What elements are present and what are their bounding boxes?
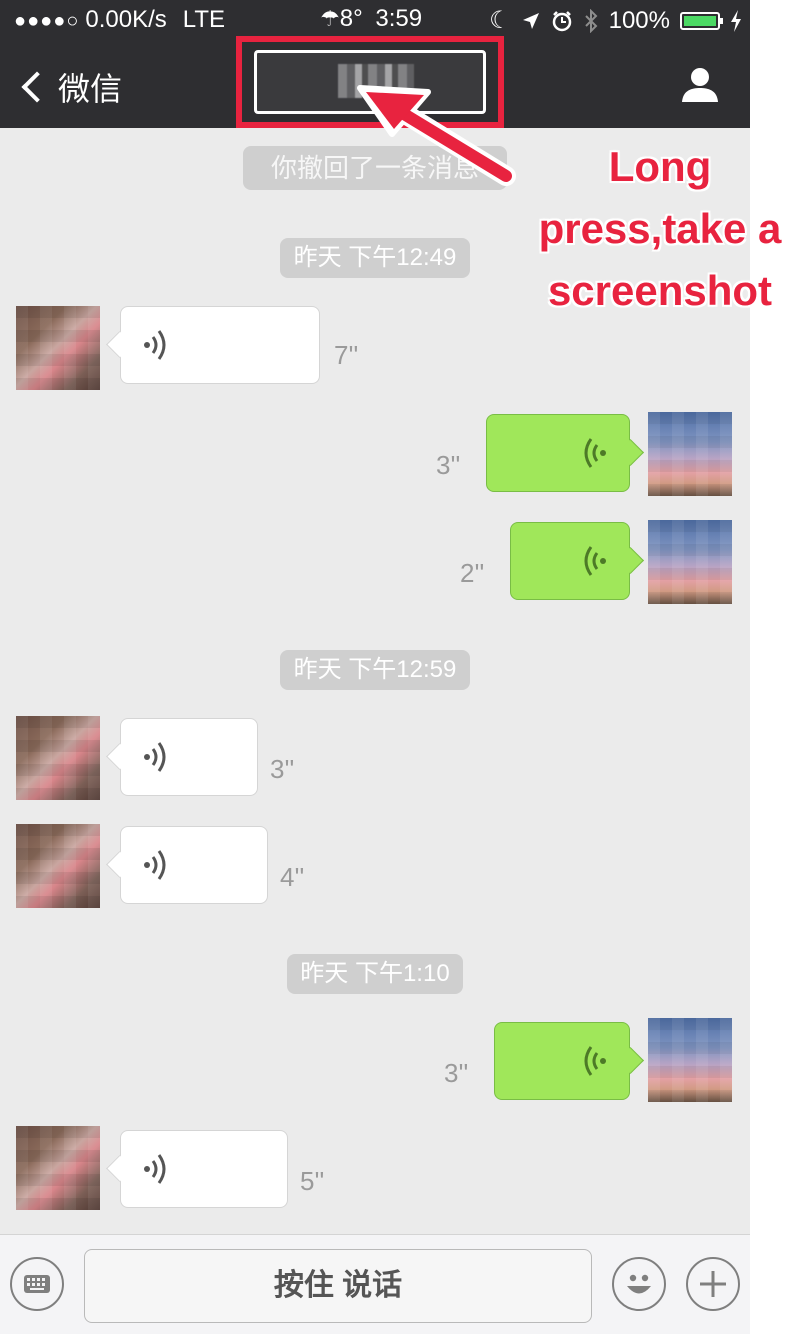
input-bar: 按住 说话 [0,1234,750,1334]
chevron-left-icon [21,71,53,103]
status-bar: ●●●●○ 0.00K/s LTE ☂8° 3:59 ☾ 100% [0,0,750,40]
bluetooth-icon [584,8,598,33]
outgoing-voice-message[interactable] [486,414,630,492]
back-button[interactable]: 微信 [18,64,122,110]
timestamp: 昨天 下午12:49 [280,238,470,278]
emoji-icon [627,1274,651,1294]
voice-wave-icon [144,330,166,360]
recalled-notice: 你撤回了一条消息 [243,146,507,190]
alarm-icon [552,10,571,31]
plus-icon [700,1271,726,1297]
incoming-voice-message[interactable] [120,826,268,904]
voice-duration: 3'' [436,450,461,480]
incoming-voice-message[interactable] [120,306,320,384]
weather-temp: 8° [339,5,363,32]
voice-wave-icon [144,850,166,880]
battery-icon [680,11,723,30]
voice-duration: 4'' [280,862,305,892]
location-arrow-icon [522,12,539,29]
contact-avatar[interactable] [16,824,100,908]
my-avatar[interactable] [648,1018,732,1102]
more-button[interactable] [686,1257,740,1311]
timestamp: 昨天 下午1:10 [287,954,463,994]
emoji-button[interactable] [612,1257,666,1311]
network-type: LTE [182,6,226,33]
back-label: 微信 [58,71,123,107]
voice-wave-icon [584,438,606,468]
timestamp: 昨天 下午12:59 [280,650,470,690]
blurred-contact-name [338,64,414,98]
contact-avatar[interactable] [16,716,100,800]
moon-icon: ☾ [489,7,511,34]
voice-wave-icon [584,1046,606,1076]
my-avatar[interactable] [648,412,732,496]
highlighted-contact-title[interactable] [236,36,504,128]
voice-duration: 7'' [334,340,359,370]
outgoing-voice-message[interactable] [494,1022,630,1100]
voice-wave-icon [144,742,166,772]
annotation-text: Long press,take a screenshot [538,143,782,314]
my-avatar[interactable] [648,520,732,604]
voice-duration: 3'' [270,754,295,784]
outgoing-voice-message[interactable] [510,522,630,600]
voice-duration: 2'' [460,558,485,588]
charging-bolt-icon [731,9,741,32]
keyboard-icon [24,1275,50,1293]
voice-duration: 3'' [444,1058,469,1088]
battery-percent: 100% [608,6,670,34]
contact-avatar[interactable] [16,306,100,390]
voice-wave-icon [584,546,606,576]
voice-wave-icon [144,1154,166,1184]
umbrella-icon: ☂ [320,6,340,31]
signal-strength: ●●●●○ [14,10,80,32]
clock-time: 3:59 [375,5,423,32]
incoming-voice-message[interactable] [120,1130,288,1208]
incoming-voice-message[interactable] [120,718,258,796]
voice-duration: 5'' [300,1166,325,1196]
keyboard-toggle-button[interactable] [10,1257,64,1311]
hold-to-talk-button[interactable]: 按住 说话 [84,1249,592,1323]
profile-icon[interactable] [680,64,720,104]
network-speed: 0.00K/s [85,6,167,33]
contact-avatar[interactable] [16,1126,100,1210]
